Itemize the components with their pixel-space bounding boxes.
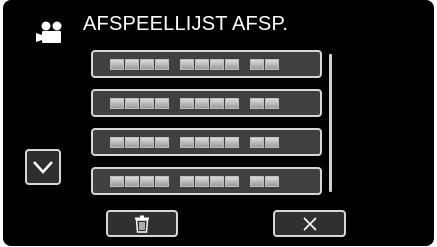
playlist-item[interactable]	[91, 50, 322, 78]
chevron-down-icon	[33, 161, 53, 174]
playlist-item[interactable]	[91, 128, 322, 156]
playlist-item[interactable]	[91, 167, 322, 195]
item-date-placeholder	[110, 97, 170, 109]
close-button[interactable]	[273, 210, 346, 237]
item-date-placeholder	[110, 58, 170, 70]
page-title: AFSPEELLIJST AFSP.	[83, 13, 289, 35]
playlist-item[interactable]	[91, 89, 322, 117]
item-date-placeholder	[180, 136, 240, 148]
item-date-placeholder	[180, 97, 240, 109]
item-date-placeholder	[180, 175, 240, 187]
delete-button[interactable]	[106, 210, 178, 237]
item-time-placeholder	[250, 175, 280, 187]
item-time-placeholder	[250, 136, 280, 148]
item-date-placeholder	[110, 136, 170, 148]
scrollbar[interactable]	[329, 54, 332, 192]
item-time-placeholder	[250, 58, 280, 70]
item-time-placeholder	[250, 97, 280, 109]
trash-icon	[135, 215, 149, 233]
scroll-down-button[interactable]	[25, 149, 61, 185]
close-icon	[302, 216, 317, 231]
video-camera-icon	[36, 21, 62, 43]
item-date-placeholder	[110, 175, 170, 187]
screen-panel: AFSPEELLIJST AFSP.	[3, 0, 434, 246]
screen: AFSPEELLIJST AFSP.	[0, 0, 437, 247]
item-date-placeholder	[180, 58, 240, 70]
